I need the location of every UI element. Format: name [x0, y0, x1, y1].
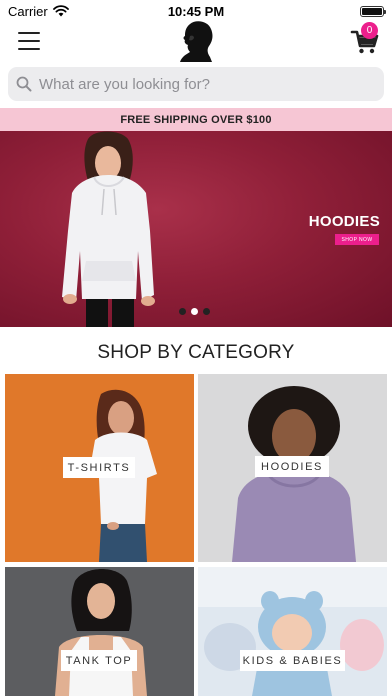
category-label: T-SHIRTS [63, 457, 135, 478]
shop-by-category-heading: SHOP BY CATEGORY [97, 342, 295, 363]
category-label: KIDS & BABIES [240, 650, 345, 671]
search-input[interactable] [39, 75, 359, 93]
menu-button[interactable] [18, 32, 40, 50]
carousel-pagination [179, 308, 210, 315]
search-bar[interactable] [8, 67, 384, 101]
promo-text: FREE SHIPPING OVER $100 [120, 113, 272, 126]
wifi-icon [52, 5, 69, 17]
hero-title: HOODIES [308, 213, 380, 230]
category-tile-tank-top[interactable]: TANK TOP [5, 567, 194, 696]
hero-model-image [62, 131, 155, 327]
category-label: HOODIES [255, 456, 329, 477]
menu-icon-bar [18, 32, 40, 34]
category-tile-hoodies[interactable]: HOODIES [198, 374, 387, 562]
battery-icon [360, 5, 386, 17]
status-left: Carrier [8, 4, 69, 19]
shop-now-button[interactable]: SHOP NOW [335, 234, 379, 245]
app-header [0, 20, 392, 64]
category-tile-t-shirts[interactable]: T-SHIRTS [5, 374, 194, 562]
carousel-dot[interactable] [179, 308, 186, 315]
cart-count-badge: 0 [361, 22, 378, 39]
kids-babies-model-image [198, 567, 387, 696]
carousel-dot-active[interactable] [191, 308, 198, 315]
category-tile-kids-babies[interactable]: KIDS & BABIES [198, 567, 387, 696]
tank-top-model-image [5, 567, 194, 696]
carousel-dot[interactable] [203, 308, 210, 315]
menu-icon-bar [18, 48, 40, 50]
promo-banner: FREE SHIPPING OVER $100 [0, 108, 392, 131]
brand-logo[interactable] [176, 20, 216, 64]
status-bar: Carrier 10:45 PM [0, 0, 392, 22]
search-icon [16, 76, 32, 92]
carrier-label: Carrier [8, 3, 48, 19]
category-label: TANK TOP [61, 650, 137, 671]
menu-icon-bar [18, 40, 40, 42]
hero-carousel[interactable]: HOODIES SHOP NOW [0, 131, 392, 327]
